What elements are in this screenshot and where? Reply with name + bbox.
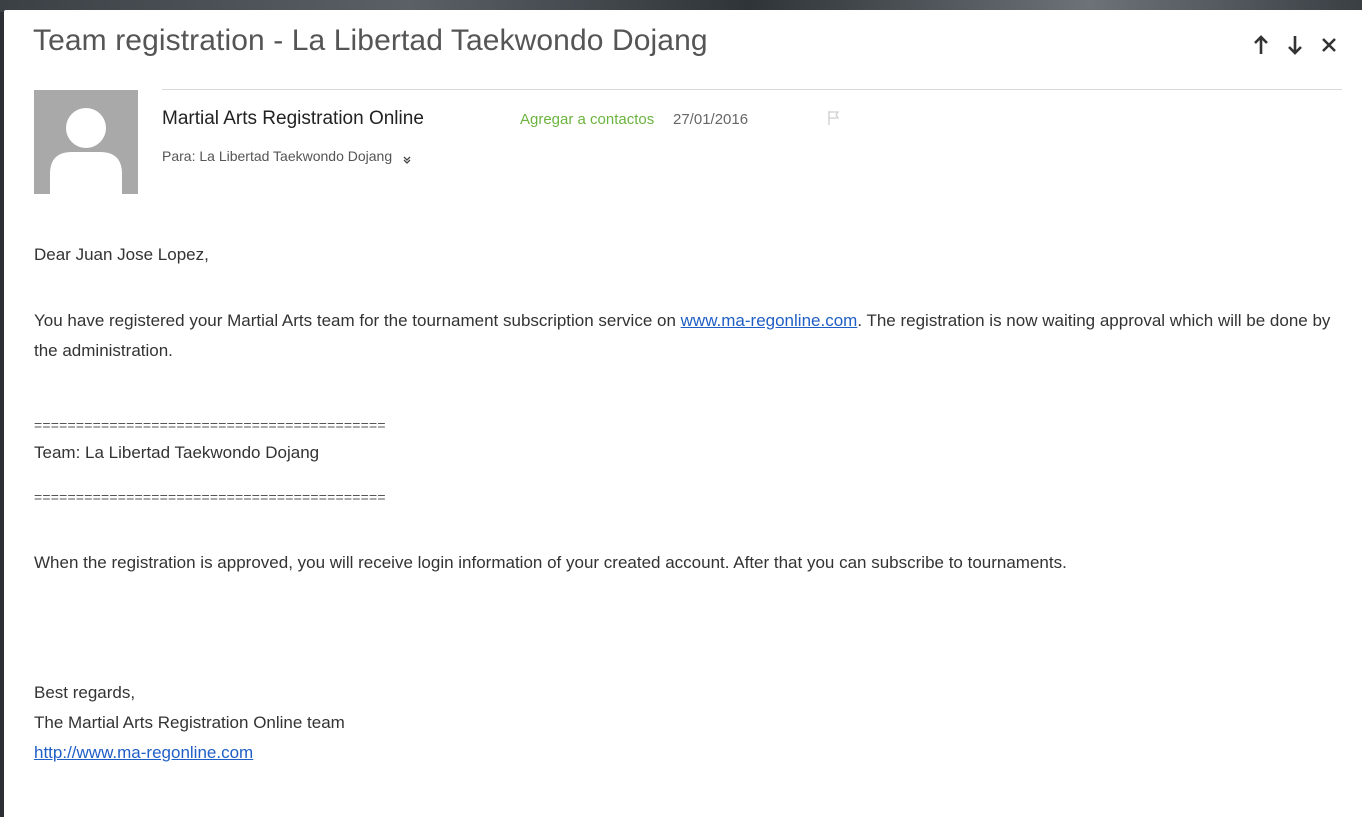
recipient-line: Para: La Libertad Taekwondo Dojang [162, 148, 412, 165]
recipient-text: Para: La Libertad Taekwondo Dojang [162, 148, 393, 164]
screen: Team registration - La Libertad Taekwond… [0, 0, 1362, 817]
approval-paragraph: When the registration is approved, you w… [34, 553, 1067, 572]
team-name-line: Team: La Libertad Taekwondo Dojang [34, 443, 320, 462]
closing-text: Best regards, [34, 683, 136, 702]
header-divider [162, 89, 1342, 90]
signature-website-link[interactable]: http://www.ma-regonline.com [34, 743, 253, 762]
flag-icon [828, 111, 840, 125]
registration-paragraph: You have registered your Martial Arts te… [34, 306, 1334, 366]
separator-line-bottom: ========================================… [34, 489, 386, 505]
email-reading-pane: Team registration - La Libertad Taekwond… [4, 10, 1362, 817]
previous-message-button[interactable] [1250, 32, 1272, 58]
arrow-up-icon [1254, 35, 1268, 54]
signature-link-line: http://www.ma-regonline.com [34, 738, 253, 768]
chevron-down-icon [403, 156, 411, 165]
close-icon [1322, 38, 1336, 52]
greeting-text: Dear Juan Jose Lopez, [34, 245, 209, 264]
registration-text-start: You have registered your Martial Arts te… [34, 311, 681, 330]
sender-name[interactable]: Martial Arts Registration Online [162, 108, 424, 130]
flag-button[interactable] [827, 110, 841, 126]
signature-text: The Martial Arts Registration Online tea… [34, 713, 345, 732]
arrow-down-icon [1288, 36, 1302, 55]
close-message-button[interactable] [1318, 32, 1340, 58]
sender-avatar [34, 90, 138, 194]
message-nav-controls [1250, 32, 1340, 58]
subject-row: Team registration - La Libertad Taekwond… [4, 10, 1362, 82]
website-link[interactable]: www.ma-regonline.com [681, 311, 858, 330]
expand-recipients-button[interactable] [402, 152, 412, 165]
email-subject: Team registration - La Libertad Taekwond… [33, 24, 708, 57]
separator-line-top: ========================================… [34, 417, 386, 433]
person-placeholder-icon [50, 108, 122, 194]
email-date: 27/01/2016 [673, 111, 749, 128]
next-message-button[interactable] [1284, 32, 1306, 58]
add-to-contacts-link[interactable]: Agregar a contactos [520, 111, 654, 128]
